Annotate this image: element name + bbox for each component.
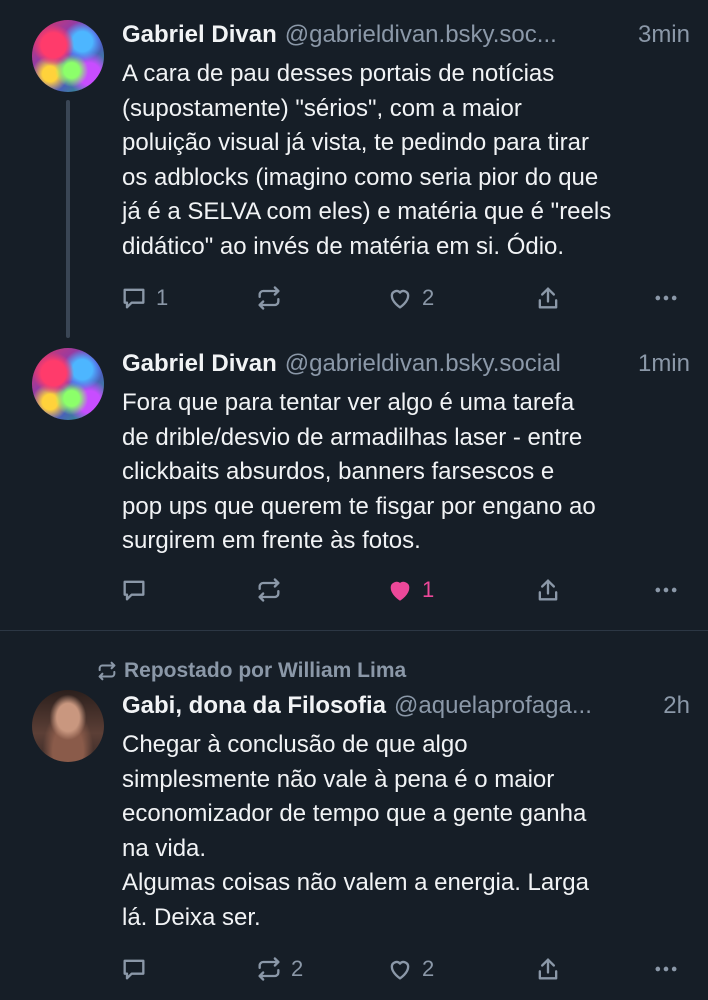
post-text: Chegar à conclusão de que algo simplesme… [122,731,589,931]
like-count: 2 [422,285,435,310]
repost-icon [258,286,280,310]
reply-icon [123,288,145,309]
reply-icon [123,959,145,980]
post-header: Gabriel Divan @gabrieldivan.bsky.soc... … [122,18,690,52]
avatar[interactable] [32,348,104,420]
post-time[interactable]: 1min [638,347,690,381]
post-header: Gabriel Divan @gabrieldivan.bsky.social … [122,347,690,381]
repost-button[interactable] [255,572,291,608]
reply-button[interactable] [120,572,156,608]
heart-outline-icon [390,960,410,980]
post-3[interactable]: Gabi, dona da Filosofia @aquelaprofaga..… [0,630,708,1000]
feed: Gabriel Divan @gabrieldivan.bsky.soc... … [0,0,708,1000]
reply-icon [123,580,145,601]
avatar[interactable] [32,690,104,762]
heart-filled-icon [390,581,410,601]
action-bar: 1 2 [0,280,708,316]
more-dots-icon [655,295,677,301]
repost-button[interactable] [255,280,291,316]
more-options-button[interactable] [652,951,680,987]
repost-button[interactable]: 2 [255,951,303,987]
reply-button[interactable]: 1 [120,280,168,316]
author-handle[interactable]: @gabrieldivan.bsky.social [285,347,632,381]
share-icon [538,287,558,309]
post-text: Fora que para tentar ver algo é uma tare… [122,389,596,554]
post-header: Gabi, dona da Filosofia @aquelaprofaga..… [122,689,690,723]
like-button[interactable]: 2 [386,951,434,987]
share-button[interactable] [534,951,562,987]
author-handle[interactable]: @gabrieldivan.bsky.soc... [285,18,632,52]
author-name[interactable]: Gabriel Divan [122,18,277,52]
post-1[interactable]: Gabriel Divan @gabrieldivan.bsky.soc... … [0,0,708,340]
avatar[interactable] [32,20,104,92]
repost-icon [258,578,280,602]
post-time[interactable]: 2h [663,689,690,723]
like-count: 2 [422,956,435,981]
more-options-button[interactable] [652,572,680,608]
post-time[interactable]: 3min [638,18,690,52]
share-button[interactable] [534,280,562,316]
repost-icon [258,957,280,981]
author-name[interactable]: Gabi, dona da Filosofia [122,689,386,723]
share-button[interactable] [534,572,562,608]
author-name[interactable]: Gabriel Divan [122,347,277,381]
post-text: A cara de pau desses portais de notícias… [122,60,612,260]
action-bar: 2 2 [0,951,708,987]
like-button[interactable]: 1 [386,572,434,608]
more-options-button[interactable] [652,280,680,316]
like-count: 1 [422,577,435,602]
more-dots-icon [655,966,677,972]
more-dots-icon [655,587,677,593]
action-bar: 1 [0,572,708,608]
reply-count: 1 [156,285,169,310]
share-icon [538,579,558,601]
repost-count: 2 [291,956,304,981]
post-2[interactable]: Gabriel Divan @gabrieldivan.bsky.social … [0,330,708,630]
share-icon [538,958,558,980]
author-handle[interactable]: @aquelaprofaga... [394,689,649,723]
reply-button[interactable] [120,951,156,987]
like-button[interactable]: 2 [386,280,434,316]
heart-outline-icon [390,289,410,309]
